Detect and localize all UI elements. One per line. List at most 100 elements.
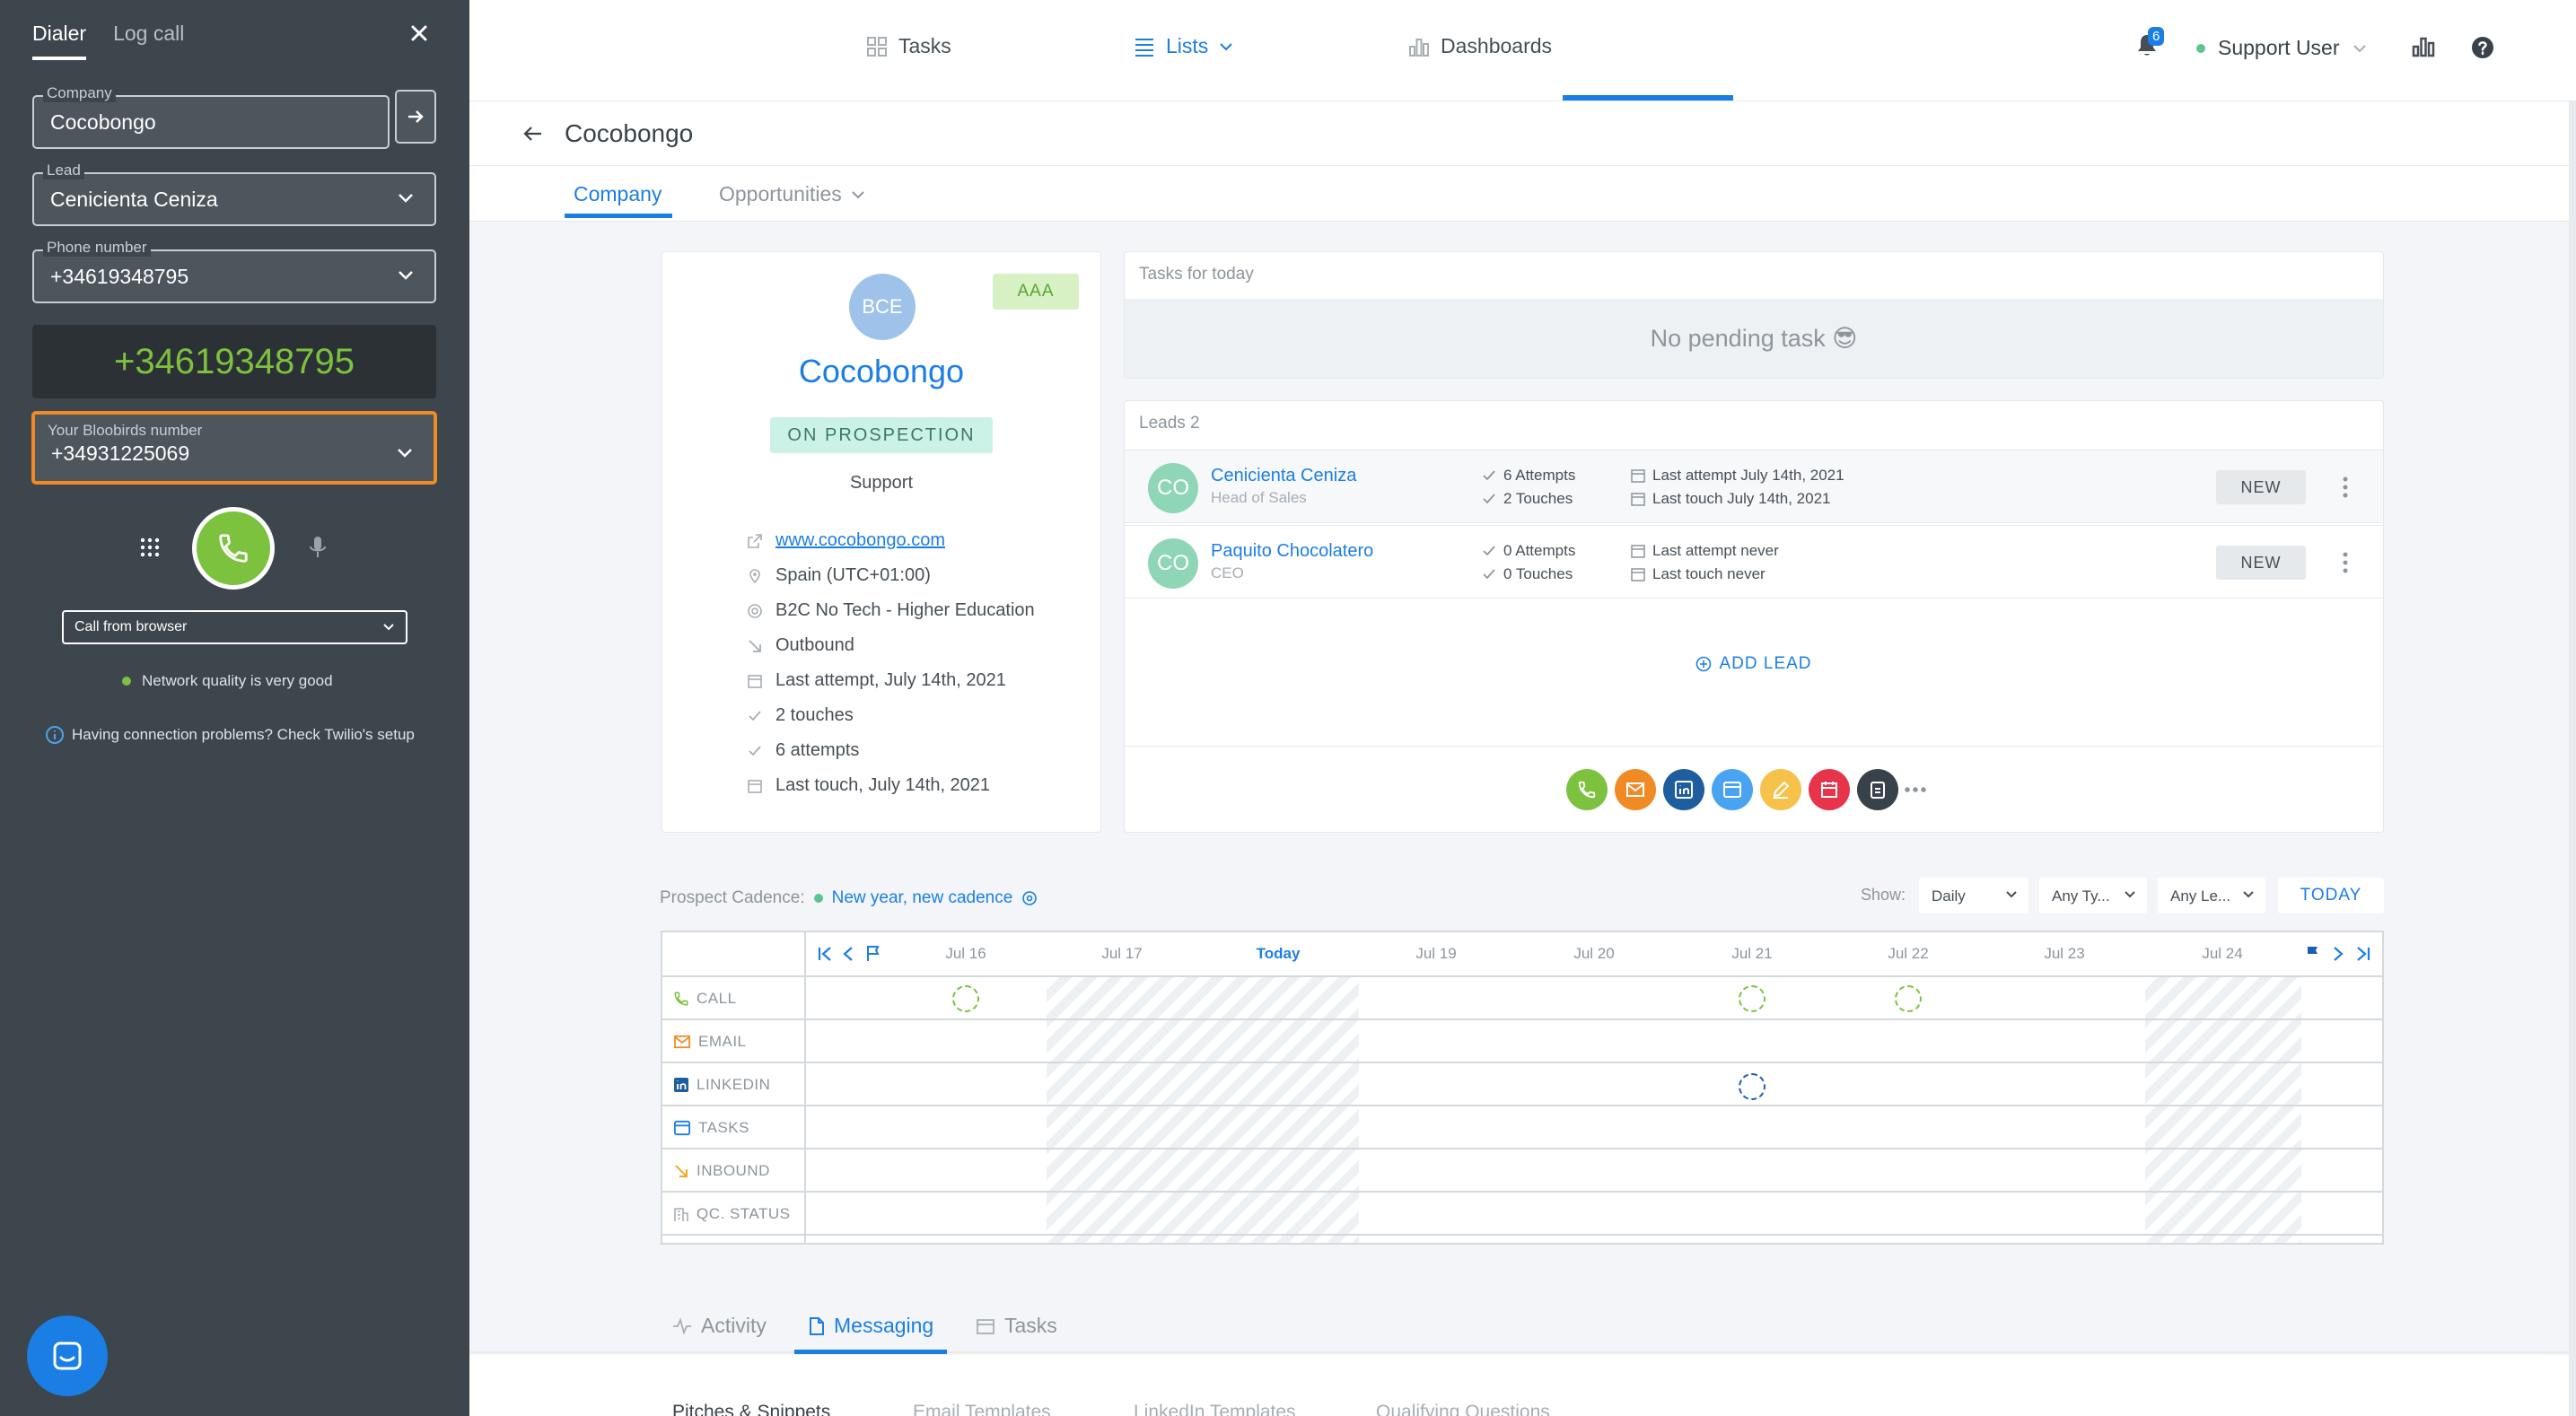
cadence-row-label: LINKEDIN bbox=[673, 1076, 770, 1094]
online-status-dot bbox=[2196, 43, 2205, 53]
scheduled-call-marker[interactable] bbox=[952, 985, 979, 1012]
company-name[interactable]: Cocobongo bbox=[662, 353, 1100, 390]
company-segment: B2C No Tech - Higher Education bbox=[775, 600, 1035, 620]
nav-lists[interactable]: Lists bbox=[1134, 34, 1233, 58]
more-vertical-icon[interactable] bbox=[2342, 551, 2349, 574]
arrow-down-right-icon bbox=[749, 639, 761, 652]
subtab-email-templates[interactable]: Email Templates bbox=[913, 1402, 1051, 1416]
flag-icon[interactable] bbox=[865, 945, 881, 963]
tab-log-call[interactable]: Log call bbox=[113, 22, 184, 60]
chevron-right-icon[interactable] bbox=[2332, 945, 2344, 963]
leads-panel-title: Leads 2 bbox=[1139, 414, 1200, 433]
company-field[interactable]: Company Cocobongo bbox=[32, 84, 390, 149]
cadence-timeline: Jul 16 Jul 17 Today Jul 19 Jul 20 Jul 21… bbox=[661, 931, 2384, 1245]
cadence-lead-value: Any Le... bbox=[2170, 887, 2231, 905]
tab-activity[interactable]: Activity bbox=[672, 1314, 767, 1338]
action-task-button[interactable] bbox=[1712, 769, 1753, 810]
lead-row[interactable]: CO Paquito Chocolatero CEO 0 Attempts 0 … bbox=[1125, 525, 2383, 599]
no-pending-task: No pending task 😎 bbox=[1125, 299, 2383, 378]
keypad-icon[interactable] bbox=[139, 537, 161, 558]
check-icon bbox=[749, 710, 761, 721]
microphone-icon[interactable] bbox=[309, 535, 327, 560]
lead-status-badge[interactable]: NEW bbox=[2216, 546, 2306, 580]
chevron-down-icon bbox=[1220, 42, 1233, 50]
chevron-left-icon[interactable] bbox=[842, 945, 854, 963]
today-button[interactable]: TODAY bbox=[2278, 878, 2384, 913]
tab-company[interactable]: Company bbox=[574, 182, 662, 206]
subtab-pitches[interactable]: Pitches & Snippets bbox=[672, 1402, 830, 1416]
add-lead-button[interactable]: ADD LEAD bbox=[1125, 654, 2383, 674]
cadence-day: Jul 17 bbox=[1101, 945, 1143, 962]
lead-status-badge[interactable]: NEW bbox=[2216, 470, 2306, 504]
settings-icon[interactable] bbox=[1021, 890, 1038, 906]
bloobirds-number-value: +34931225069 bbox=[51, 441, 190, 465]
network-status-text: Network quality is very good bbox=[142, 672, 333, 689]
cadence-period-select[interactable]: Daily bbox=[1919, 878, 2028, 913]
nav-lists-label: Lists bbox=[1166, 34, 1209, 57]
linkedin-icon bbox=[674, 1078, 688, 1092]
first-page-icon[interactable] bbox=[817, 945, 833, 963]
back-arrow-icon[interactable] bbox=[523, 125, 543, 143]
user-menu[interactable]: Support User bbox=[2196, 36, 2367, 60]
subtab-linkedin-templates[interactable]: LinkedIn Templates bbox=[1134, 1402, 1296, 1416]
analytics-button[interactable] bbox=[2412, 36, 2435, 57]
tab-dialer[interactable]: Dialer bbox=[32, 22, 87, 60]
window-icon bbox=[1723, 782, 1741, 798]
tab-tasks[interactable]: Tasks bbox=[976, 1314, 1057, 1338]
lead-last-attempt-text: Last attempt July 14th, 2021 bbox=[1652, 467, 1844, 484]
edit-icon bbox=[1773, 781, 1790, 799]
arrow-down-right-icon bbox=[675, 1165, 688, 1177]
lead-select-value: Cenicienta Ceniza bbox=[50, 188, 218, 211]
action-qualify-button[interactable] bbox=[1857, 769, 1898, 810]
nav-dashboards[interactable]: Dashboards bbox=[1408, 34, 1552, 58]
action-note-button[interactable] bbox=[1760, 769, 1801, 810]
nav-dashboards-label: Dashboards bbox=[1441, 34, 1553, 57]
page-scrollbar[interactable] bbox=[2569, 101, 2576, 1416]
cadence-name-link[interactable]: New year, new cadence bbox=[832, 888, 1013, 908]
cadence-day: Jul 21 bbox=[1731, 945, 1773, 962]
call-mode-select[interactable]: Call from browser bbox=[62, 610, 407, 644]
close-icon[interactable] bbox=[406, 20, 433, 47]
action-linkedin-button[interactable] bbox=[1663, 769, 1704, 810]
bloobirds-number-select[interactable]: Your Bloobirds number +34931225069 bbox=[31, 411, 437, 485]
chat-launcher-button[interactable] bbox=[27, 1315, 108, 1396]
flag-icon[interactable] bbox=[2305, 945, 2321, 963]
cadence-row-label: CALL bbox=[673, 990, 737, 1008]
lead-name[interactable]: Paquito Chocolatero bbox=[1211, 541, 1373, 562]
tab-opportunities[interactable]: Opportunities bbox=[719, 182, 865, 206]
action-call-button[interactable] bbox=[1566, 769, 1608, 810]
action-email-button[interactable] bbox=[1615, 769, 1656, 810]
cadence-lead-select[interactable]: Any Le... bbox=[2158, 878, 2265, 913]
lead-attempts: 6 Attempts bbox=[1482, 467, 1575, 485]
tab-tasks-label: Tasks bbox=[1004, 1314, 1057, 1337]
company-field-value: Cocobongo bbox=[50, 110, 156, 134]
call-button[interactable] bbox=[192, 507, 275, 590]
tab-messaging[interactable]: Messaging bbox=[809, 1314, 933, 1338]
connection-help-link[interactable]: Having connection problems? Check Twilio… bbox=[45, 725, 415, 745]
show-label: Show: bbox=[1861, 886, 1906, 904]
nav-tasks[interactable]: Tasks bbox=[866, 34, 951, 58]
more-vertical-icon[interactable] bbox=[2342, 476, 2349, 499]
company-website-link[interactable]: www.cocobongo.com bbox=[775, 530, 945, 551]
phone-number-select[interactable]: Phone number +34619348795 bbox=[32, 239, 436, 303]
action-meeting-button[interactable] bbox=[1809, 769, 1850, 810]
help-button[interactable] bbox=[2471, 36, 2494, 59]
cadence-row-tasks: TASKS bbox=[662, 1106, 2382, 1149]
lead-row[interactable]: CO Cenicienta Ceniza Head of Sales 6 Att… bbox=[1125, 450, 2383, 523]
lead-touches: 2 Touches bbox=[1482, 490, 1573, 508]
lead-touches-text: 2 Touches bbox=[1503, 490, 1573, 507]
lead-name[interactable]: Cenicienta Ceniza bbox=[1211, 466, 1356, 486]
company-status-badge[interactable]: ON PROSPECTION bbox=[770, 417, 993, 453]
scheduled-linkedin-marker[interactable] bbox=[1739, 1073, 1766, 1100]
more-horizontal-icon[interactable] bbox=[1902, 769, 1929, 810]
prospect-cadence-label: Prospect Cadence: New year, new cadence bbox=[660, 888, 1038, 908]
subtab-qualifying-questions[interactable]: Qualifying Questions bbox=[1376, 1402, 1550, 1416]
company-country: Spain (UTC+01:00) bbox=[775, 565, 931, 585]
scheduled-call-marker[interactable] bbox=[1895, 985, 1922, 1012]
open-company-button[interactable] bbox=[395, 90, 436, 144]
cadence-type-select[interactable]: Any Ty... bbox=[2039, 878, 2147, 913]
company-owner: Support bbox=[849, 473, 914, 493]
lead-select[interactable]: Lead Cenicienta Ceniza bbox=[32, 162, 436, 226]
last-page-icon[interactable] bbox=[2355, 945, 2371, 963]
scheduled-call-marker[interactable] bbox=[1739, 985, 1766, 1012]
